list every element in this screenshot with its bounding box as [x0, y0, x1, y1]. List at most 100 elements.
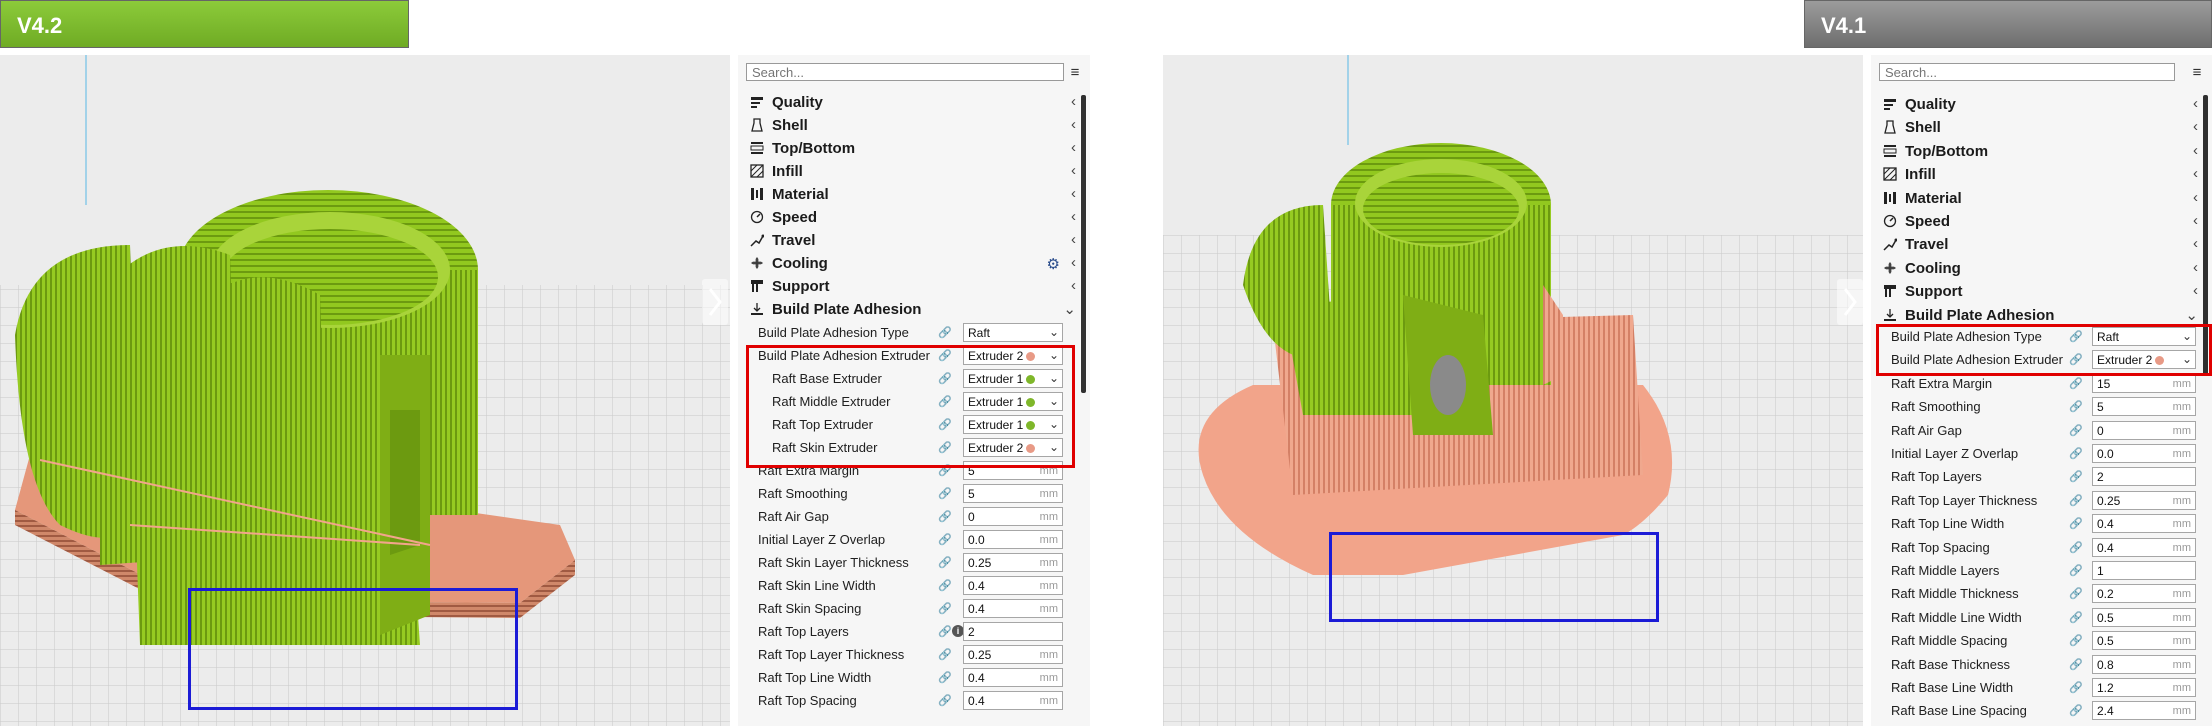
link-icon[interactable]: 🔗	[2069, 470, 2083, 483]
link-icon[interactable]: 🔗	[2069, 681, 2083, 694]
v41-3d-viewport[interactable]	[1163, 55, 1863, 726]
link-icon[interactable]: 🔗	[938, 487, 952, 500]
setting-input[interactable]: 0.4 mm	[963, 599, 1063, 618]
chevron-left-icon[interactable]: ‹	[1071, 254, 1076, 271]
v42-category-infill[interactable]: Infill ‹	[746, 160, 1080, 183]
setting-input[interactable]: 0.4 mm	[963, 576, 1063, 595]
setting-dropdown[interactable]: Raft ⌄	[963, 323, 1063, 342]
v42-expand-panel-arrow[interactable]	[702, 279, 728, 325]
v41-category-infill[interactable]: Infill ‹	[1879, 163, 2202, 186]
v42-category-speed[interactable]: Speed ‹	[746, 206, 1080, 229]
v42-search-input[interactable]	[746, 63, 1064, 81]
v42-settings-menu-icon[interactable]: ≡	[1068, 64, 1082, 81]
chevron-left-icon[interactable]: ‹	[1071, 277, 1076, 294]
v42-category-shell[interactable]: Shell ‹	[746, 114, 1080, 137]
v42-category-build-plate-adhesion[interactable]: Build Plate Adhesion ⌄	[746, 298, 1080, 321]
link-icon[interactable]: 🔗	[2069, 447, 2083, 460]
setting-input[interactable]: 0.0 mm	[963, 530, 1063, 549]
setting-input[interactable]: 0.4 mm	[2092, 537, 2196, 557]
setting-input[interactable]: 0 mm	[963, 507, 1063, 526]
setting-input[interactable]: 0.0 mm	[2092, 444, 2196, 463]
setting-input[interactable]: 2	[2092, 467, 2196, 487]
chevron-left-icon[interactable]: ‹	[1071, 139, 1076, 156]
link-icon[interactable]: 🔗	[938, 671, 952, 684]
chevron-down-icon[interactable]: ⌄	[2185, 306, 2198, 324]
link-icon[interactable]: 🔗	[938, 326, 952, 339]
setting-input[interactable]: 0.5 mm	[2092, 607, 2196, 627]
chevron-down-icon[interactable]: ⌄	[1063, 300, 1076, 318]
setting-input[interactable]: 1	[2092, 561, 2196, 580]
setting-input[interactable]: 0.4 mm	[963, 691, 1063, 710]
v41-category-support[interactable]: Support ‹	[1879, 280, 2202, 303]
link-icon[interactable]: 🔗	[2069, 377, 2083, 390]
chevron-left-icon[interactable]: ‹	[1071, 93, 1076, 110]
link-icon[interactable]: 🔗	[938, 533, 952, 546]
link-icon[interactable]: 🔗	[938, 694, 952, 707]
v41-expand-panel-arrow[interactable]	[1837, 279, 1863, 325]
link-icon[interactable]: 🔗	[2069, 424, 2083, 437]
setting-input[interactable]: 0 mm	[2092, 420, 2196, 440]
link-icon[interactable]: 🔗	[2069, 634, 2083, 647]
setting-input[interactable]: 5 mm	[2092, 397, 2196, 417]
v41-category-shell[interactable]: Shell ‹	[1879, 116, 2202, 139]
chevron-left-icon[interactable]: ‹	[1071, 162, 1076, 179]
setting-input[interactable]: 0.8 mm	[2092, 654, 2196, 674]
v42-category-material[interactable]: Material ‹	[746, 183, 1080, 206]
chevron-left-icon[interactable]: ‹	[2193, 282, 2198, 299]
link-icon[interactable]: 🔗	[2069, 541, 2083, 554]
link-icon[interactable]: 🔗	[938, 602, 952, 615]
v41-category-top-bottom[interactable]: Top/Bottom ‹	[1879, 140, 2202, 163]
setting-input[interactable]: 0.25 mm	[963, 645, 1063, 664]
setting-input[interactable]: 0.4 mm	[963, 668, 1063, 687]
chevron-left-icon[interactable]: ‹	[2193, 189, 2198, 206]
v41-category-material[interactable]: Material ‹	[1879, 187, 2202, 210]
setting-input[interactable]: 0.5 mm	[2092, 631, 2196, 651]
link-icon[interactable]: 🔗	[2069, 400, 2083, 413]
chevron-left-icon[interactable]: ‹	[1071, 231, 1076, 248]
link-icon[interactable]: 🔗	[2069, 587, 2083, 600]
setting-input[interactable]: 0.4 mm	[2092, 514, 2196, 534]
link-icon[interactable]: 🔗	[2069, 658, 2083, 671]
chevron-left-icon[interactable]: ‹	[2193, 212, 2198, 229]
v42-category-support[interactable]: Support ‹	[746, 275, 1080, 298]
link-icon[interactable]: 🔗	[2069, 494, 2083, 507]
v42-category-cooling[interactable]: Cooling ⚙ ‹	[746, 252, 1080, 275]
chevron-left-icon[interactable]: ‹	[2193, 95, 2198, 112]
setting-input[interactable]: 0.2 mm	[2092, 584, 2196, 604]
link-icon[interactable]: 🔗	[938, 625, 952, 638]
setting-input[interactable]: 0.25 mm	[963, 553, 1063, 572]
chevron-left-icon[interactable]: ‹	[2193, 142, 2198, 159]
chevron-left-icon[interactable]: ‹	[2193, 259, 2198, 276]
link-icon[interactable]: 🔗	[2069, 611, 2083, 624]
v42-category-quality[interactable]: Quality ‹	[746, 91, 1080, 114]
chevron-left-icon[interactable]: ‹	[1071, 185, 1076, 202]
link-icon[interactable]: 🔗	[938, 648, 952, 661]
link-icon[interactable]: 🔗	[938, 510, 952, 523]
link-icon[interactable]: 🔗	[2069, 564, 2083, 577]
v41-category-speed[interactable]: Speed ‹	[1879, 210, 2202, 233]
setting-input[interactable]: 0.25 mm	[2092, 490, 2196, 510]
v41-category-travel[interactable]: Travel ‹	[1879, 233, 2202, 256]
link-icon[interactable]: 🔗	[938, 579, 952, 592]
setting-input[interactable]: 2	[963, 622, 1063, 641]
gear-icon[interactable]: ⚙	[1047, 255, 1060, 273]
v41-search-input[interactable]	[1879, 63, 2175, 81]
v41-category-cooling[interactable]: Cooling ‹	[1879, 257, 2202, 280]
v42-panel-scrollbar[interactable]	[1081, 95, 1086, 393]
setting-input[interactable]: 15 mm	[2092, 373, 2196, 393]
v41-settings-menu-icon[interactable]: ≡	[2190, 64, 2204, 81]
link-icon[interactable]: 🔗	[2069, 704, 2083, 717]
chevron-left-icon[interactable]: ‹	[2193, 118, 2198, 135]
chevron-left-icon[interactable]: ‹	[1071, 208, 1076, 225]
v42-category-travel[interactable]: Travel ‹	[746, 229, 1080, 252]
chevron-left-icon[interactable]: ‹	[2193, 165, 2198, 182]
chevron-left-icon[interactable]: ‹	[2193, 235, 2198, 252]
v41-category-quality[interactable]: Quality ‹	[1879, 93, 2202, 116]
setting-input[interactable]: 2.4 mm	[2092, 701, 2196, 721]
v42-category-top-bottom[interactable]: Top/Bottom ‹	[746, 137, 1080, 160]
setting-input[interactable]: 5 mm	[963, 484, 1063, 503]
setting-input[interactable]: 1.2 mm	[2092, 678, 2196, 697]
link-icon[interactable]: 🔗	[2069, 517, 2083, 530]
link-icon[interactable]: 🔗	[938, 556, 952, 569]
chevron-left-icon[interactable]: ‹	[1071, 116, 1076, 133]
